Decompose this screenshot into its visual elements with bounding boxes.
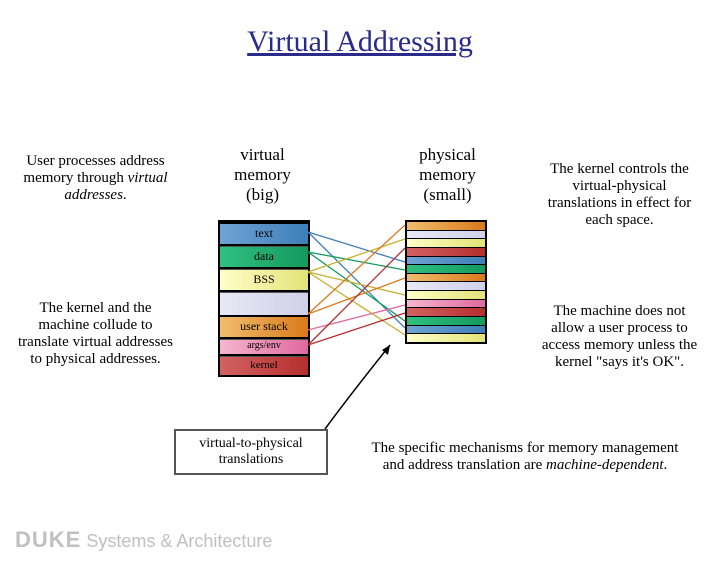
slide-title: Virtual Addressing bbox=[0, 25, 720, 59]
seg-args-env: args/env bbox=[220, 339, 308, 356]
translations-label-box: virtual-to-physical translations bbox=[174, 429, 328, 475]
seg-data: data bbox=[220, 246, 308, 269]
seg-gap bbox=[220, 292, 308, 315]
footer-brand: DUKE Systems & Architecture bbox=[15, 527, 272, 553]
mapping-lines bbox=[0, 25, 720, 565]
right-caption-1: The kernel controls the virtual-physical… bbox=[537, 161, 702, 229]
vm-label: virtualmemory(big) bbox=[215, 145, 310, 205]
right-caption-2: The machine does not allow a user proces… bbox=[537, 303, 702, 371]
virtual-memory-diagram: text data BSS user stack args/env kernel bbox=[218, 220, 310, 377]
seg-text: text bbox=[220, 222, 308, 246]
left-caption-1: User processes address memory through vi… bbox=[18, 153, 173, 204]
bottom-caption: The specific mechanisms for memory manag… bbox=[360, 440, 690, 474]
seg-bss: BSS bbox=[220, 269, 308, 292]
phys-label: physicalmemory(small) bbox=[400, 145, 495, 205]
seg-user-stack: user stack bbox=[220, 315, 308, 339]
left-caption-2: The kernel and the machine collude to tr… bbox=[18, 300, 173, 368]
physical-memory-diagram bbox=[405, 220, 487, 344]
seg-kernel: kernel bbox=[220, 356, 308, 375]
